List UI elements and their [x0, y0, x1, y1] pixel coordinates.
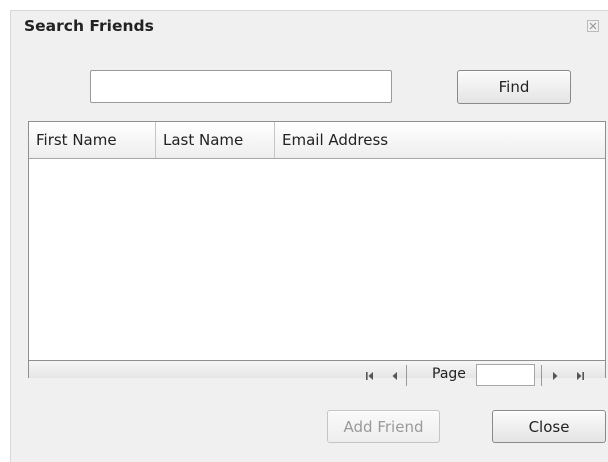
column-header-last-name[interactable]: Last Name [156, 122, 275, 158]
close-x-icon[interactable] [586, 19, 600, 33]
grid-header: First Name Last Name Email Address [29, 122, 605, 159]
prev-page-icon[interactable] [391, 368, 399, 386]
column-header-email-address[interactable]: Email Address [275, 122, 605, 158]
dialog-title: Search Friends [24, 17, 154, 35]
first-page-icon[interactable] [365, 368, 375, 386]
pager-separator [541, 365, 542, 386]
search-input[interactable] [90, 70, 392, 103]
friends-grid: First Name Last Name Email Address Page [28, 121, 606, 386]
page-number-input[interactable] [476, 364, 535, 386]
add-friend-button[interactable]: Add Friend [327, 410, 440, 443]
column-header-first-name[interactable]: First Name [29, 122, 156, 158]
find-button[interactable]: Find [457, 70, 571, 104]
page-label: Page [432, 366, 466, 382]
pager-separator [406, 365, 407, 386]
close-button[interactable]: Close [492, 410, 606, 443]
last-page-icon[interactable] [575, 368, 585, 386]
grid-body[interactable] [29, 159, 605, 359]
search-friends-dialog: Search Friends Find First Name Last Name… [10, 10, 608, 462]
grid-pager: Page [29, 360, 605, 386]
next-page-icon[interactable] [551, 368, 559, 386]
